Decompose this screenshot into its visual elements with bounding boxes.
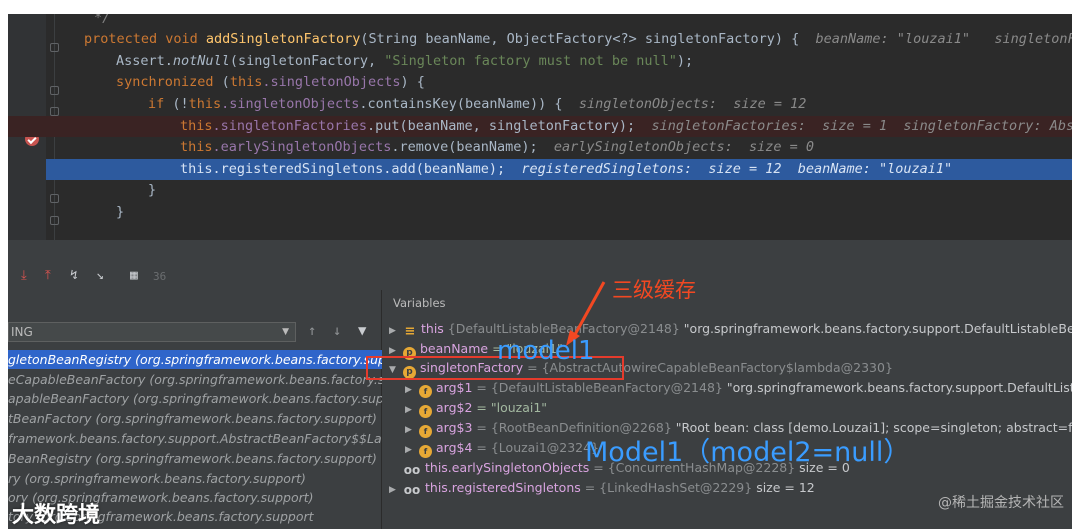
variables-pane: Variables ▶ ≡ this {DefaultListableBeanFac… xyxy=(383,240,1072,529)
watermark: @稀土掘金技术社区 xyxy=(938,495,1064,511)
expand-icon[interactable]: ▶ xyxy=(405,440,419,460)
expand-icon[interactable]: ▶ xyxy=(405,400,419,420)
inline-debug-hint: beanName: "louzai1" singletonFacto xyxy=(815,31,1072,47)
variables-title: Variables xyxy=(393,296,446,310)
code-line-comment: */ xyxy=(94,14,111,26)
debugger-panel: ⤓ ⤒ ↯ ↘ ▦ 36 ING ▼ ↑ ↓ ▼ gletonBeanRegis… xyxy=(8,240,1072,529)
fold-marker[interactable] xyxy=(50,86,59,95)
code-line-brace: } xyxy=(116,204,125,220)
inline-debug-hint: singletonFactories: size = 1 singletonFa… xyxy=(651,118,1072,134)
this-icon: ≡ xyxy=(404,324,416,339)
variable-row[interactable]: ▶ f arg$2 = "louzai1" xyxy=(405,398,547,418)
drop-frame-icon[interactable]: ↯ xyxy=(70,268,78,283)
code-editor[interactable]: */ protected void addSingletonFactory(St… xyxy=(8,14,1072,240)
chevron-down-icon: ▼ xyxy=(282,327,289,337)
fold-marker[interactable] xyxy=(50,216,59,225)
frame-item[interactable]: tBeanFactory (org.springframework.beans.… xyxy=(8,409,382,428)
step-out-icon[interactable]: ⤒ xyxy=(45,268,51,283)
fold-marker[interactable] xyxy=(50,194,59,203)
arrow-down-icon[interactable]: ↓ xyxy=(333,323,341,339)
frames-list: ING ▼ ↑ ↓ ▼ gletonBeanRegistry (org.spri… xyxy=(8,290,382,529)
variable-row[interactable]: ▶ oo this.registeredSingletons = {LinkedHa… xyxy=(389,478,815,498)
frame-item[interactable]: BeanRegistry (org.springframework.beans.… xyxy=(8,449,382,468)
inline-debug-hint: singletonObjects: size = 12 xyxy=(578,96,807,112)
code-line-remove: this.earlySingletonObjects.remove(beanNa… xyxy=(180,139,814,155)
frame-item[interactable]: apableBeanFactory (org.springframework.b… xyxy=(8,389,382,408)
frame-item[interactable]: ry (org.springframework.beans.factory.su… xyxy=(8,469,382,488)
frame-count: 36 xyxy=(153,270,167,283)
run-to-cursor-icon[interactable]: ↘ xyxy=(96,268,104,283)
code-line-breakpoint: this.singletonFactories.put(beanName, si… xyxy=(8,116,1072,137)
field-icon: f xyxy=(419,385,432,398)
variable-row[interactable]: ▶ f arg$4 = {Louzai1@2324} xyxy=(405,438,599,458)
code-line-synchronized: synchronized (this.singletonObjects) { xyxy=(116,74,425,90)
inline-debug-hint: registeredSingletons: size = 12 beanName… xyxy=(521,161,953,177)
field-icon: f xyxy=(419,445,432,458)
field-icon: f xyxy=(419,425,432,438)
thread-dropdown[interactable]: ING ▼ xyxy=(8,322,296,342)
watch-icon: oo xyxy=(403,483,421,497)
brand-logo: 大数跨境 xyxy=(12,503,101,528)
variable-row[interactable]: ▶ ≡ this {DefaultListableBeanFactory@2148}… xyxy=(389,319,1072,339)
fold-marker[interactable] xyxy=(50,107,59,116)
field-icon: f xyxy=(419,405,432,418)
arrow-up-icon[interactable]: ↑ xyxy=(308,323,316,339)
code-line-assert: Assert.notNull(singletonFactory, "Single… xyxy=(116,53,694,69)
fold-marker[interactable] xyxy=(50,43,59,52)
expand-icon[interactable]: ▶ xyxy=(405,380,419,400)
annotation-label-model2: Model1（model2=null） xyxy=(585,437,911,468)
frame-item[interactable]: eCapableBeanFactory (org.springframework… xyxy=(8,370,382,389)
expand-icon[interactable]: ▶ xyxy=(405,420,419,440)
watch-icon: oo xyxy=(403,463,421,477)
frame-item[interactable]: gletonBeanRegistry (org.springframework.… xyxy=(8,350,382,369)
inline-debug-hint: earlySingletonObjects: size = 0 xyxy=(553,139,814,155)
code-line-current: this.registeredSingletons.add(beanName);… xyxy=(46,159,1072,180)
frame-item[interactable]: framework.beans.factory.support.Abstract… xyxy=(8,429,382,448)
expand-icon[interactable]: ▶ xyxy=(389,480,403,500)
evaluate-icon[interactable]: ▦ xyxy=(130,268,138,283)
code-line-brace: } xyxy=(148,182,157,198)
code-line-if: if (!this.singletonObjects.containsKey(b… xyxy=(148,96,807,112)
expand-icon[interactable]: ▶ xyxy=(389,321,403,341)
annotation-label-model1: model1 xyxy=(497,336,595,366)
annotation-label-cache: 三级缓存 xyxy=(612,278,696,302)
step-into-icon[interactable]: ⤓ xyxy=(21,268,27,283)
code-line-method-decl: protected void addSingletonFactory(Strin… xyxy=(8,29,1072,50)
variable-row[interactable]: ▶ f arg$1 = {DefaultListableBeanFactory@21… xyxy=(405,378,1072,398)
filter-icon[interactable]: ▼ xyxy=(358,323,366,339)
